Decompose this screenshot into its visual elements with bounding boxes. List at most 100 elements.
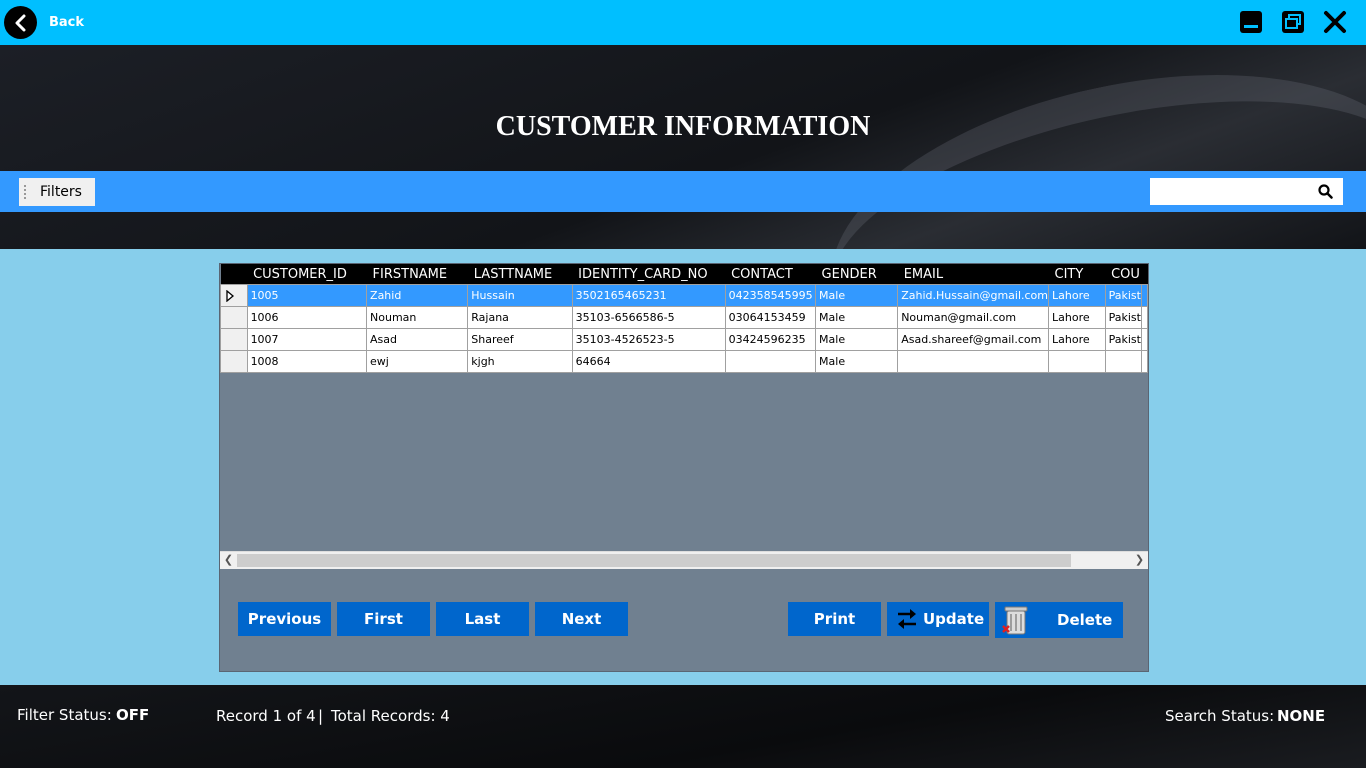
column-header-gender[interactable]: GENDER [815,264,898,285]
search-status-label: Search Status: [1165,707,1275,725]
back-arrow-icon [4,6,37,39]
table-cell-filler [1141,350,1148,373]
column-header-cou[interactable]: COU [1105,264,1142,285]
table-cell[interactable]: Male [815,328,899,351]
customer-grid[interactable]: CUSTOMER_ID FIRSTNAME LASTTNAME IDENTITY_CA… [220,264,1148,551]
last-button[interactable]: Last [436,602,529,636]
print-button[interactable]: Print [788,602,881,636]
table-cell[interactable]: 03064153459 [724,306,817,329]
table-cell[interactable]: kjgh [467,350,573,373]
table-cell[interactable]: Asad [366,328,469,351]
table-cell[interactable]: Lahore [1048,306,1106,329]
previous-button[interactable]: Previous [238,602,331,636]
row-header[interactable] [220,306,248,329]
table-cell[interactable]: 1008 [246,350,368,373]
scroll-right-icon[interactable]: ❯ [1131,553,1148,568]
minimize-icon[interactable] [1239,10,1263,34]
filters-button[interactable]: Filters [19,178,95,206]
column-header-identity-card-no[interactable]: IDENTITY_CARD_NO [572,264,726,285]
table-cell[interactable]: Hussain [467,284,573,307]
update-label: Update [923,610,985,628]
table-cell[interactable]: Pakist [1104,284,1143,307]
customer-table: CUSTOMER_ID FIRSTNAME LASTTNAME IDENTITY_CA… [220,264,1148,373]
search-box [1150,178,1343,205]
header-banner: CUSTOMER INFORMATION Filters [0,45,1366,249]
total-records: Total Records: 4 [331,707,450,725]
table-cell[interactable] [897,350,1050,373]
close-icon[interactable] [1323,10,1347,34]
table-cell[interactable]: 1006 [246,306,368,329]
row-header[interactable] [220,328,248,351]
filter-toolbar: Filters [0,171,1366,212]
trash-can-icon [1001,604,1031,636]
toolbar-grip-icon [24,185,28,199]
table-cell[interactable]: Zahid.Hussain@gmail.com [897,284,1050,307]
table-cell[interactable]: Pakist [1104,328,1143,351]
filter-status-label: Filter Status: [17,706,112,724]
back-button[interactable]: Back [4,6,84,39]
table-cell[interactable]: 35103-4526523-5 [571,328,726,351]
first-button[interactable]: First [337,602,430,636]
refresh-arrows-icon [895,606,919,632]
table-cell[interactable]: 64664 [571,350,726,373]
search-icon[interactable] [1318,184,1333,204]
table-cell[interactable] [1048,350,1106,373]
table-row[interactable]: 1007 Asad Shareef 35103-4526523-5 0342459623… [220,328,1148,351]
search-input[interactable] [1154,178,1318,205]
row-header[interactable] [220,284,248,307]
table-cell[interactable]: Male [815,306,899,329]
status-separator: | [318,707,324,725]
table-cell[interactable] [724,350,817,373]
table-cell[interactable]: Shareef [467,328,573,351]
table-cell[interactable]: Zahid [366,284,469,307]
table-row[interactable]: 1006 Nouman Rajana 35103-6566586-5 030641534… [220,306,1148,329]
table-cell[interactable]: Nouman [366,306,469,329]
column-header-email[interactable]: EMAIL [897,264,1049,285]
table-header-row: CUSTOMER_ID FIRSTNAME LASTTNAME IDENTITY_CA… [220,264,1148,285]
column-header-contact[interactable]: CONTACT [725,264,816,285]
horizontal-scrollbar[interactable]: ❮ ❯ [220,551,1148,569]
table-cell[interactable]: Lahore [1048,328,1106,351]
column-header-customer-id[interactable]: CUSTOMER_ID [247,264,367,285]
table-cell[interactable]: Male [815,284,899,307]
table-row[interactable]: 1005 Zahid Hussain 3502165465231 04235854599… [220,284,1148,307]
status-bar: Filter Status: OFF Record 1 of 4 | Total… [0,685,1366,768]
restore-icon[interactable] [1281,10,1305,34]
table-cell[interactable]: 042358545995 [724,284,817,307]
page-title: CUSTOMER INFORMATION [495,111,871,142]
table-row[interactable]: 1008 ewj kjgh 64664 Male [220,350,1148,373]
column-header-lasttname[interactable]: LASTTNAME [467,264,573,285]
next-button[interactable]: Next [535,602,628,636]
column-header-city[interactable]: CITY [1048,264,1106,285]
customer-panel: CUSTOMER_ID FIRSTNAME LASTTNAME IDENTITY_CA… [219,263,1149,672]
table-cell[interactable]: Nouman@gmail.com [897,306,1050,329]
table-cell[interactable]: Lahore [1048,284,1106,307]
column-header-filler [1141,264,1148,285]
background-swoosh [802,45,1366,249]
search-status-value: NONE [1277,707,1326,725]
table-cell[interactable] [1104,350,1143,373]
table-cell[interactable]: 35103-6566586-5 [571,306,726,329]
table-cell[interactable]: Male [815,350,899,373]
delete-button[interactable]: Delete [995,602,1123,638]
update-button[interactable]: Update [887,602,989,636]
table-cell-filler [1141,306,1148,329]
table-cell[interactable]: 3502165465231 [571,284,726,307]
table-cell[interactable]: Asad.shareef@gmail.com [897,328,1050,351]
table-cell[interactable]: 1007 [246,328,368,351]
row-header[interactable] [220,350,248,373]
table-cell[interactable]: ewj [366,350,469,373]
record-position: Record 1 of 4 [216,707,316,725]
table-cell[interactable]: Rajana [467,306,573,329]
column-header-firstname[interactable]: FIRSTNAME [366,264,468,285]
table-cell[interactable]: Pakist [1104,306,1143,329]
scrollbar-thumb[interactable] [237,554,1071,567]
back-label: Back [49,15,85,30]
table-cell-filler [1141,284,1148,307]
table-cell[interactable]: 1005 [246,284,368,307]
table-cell[interactable]: 03424596235 [724,328,817,351]
filter-status-value: OFF [116,706,150,724]
filters-label: Filters [40,184,82,200]
scroll-left-icon[interactable]: ❮ [220,553,237,568]
table-corner-header[interactable] [220,264,248,285]
